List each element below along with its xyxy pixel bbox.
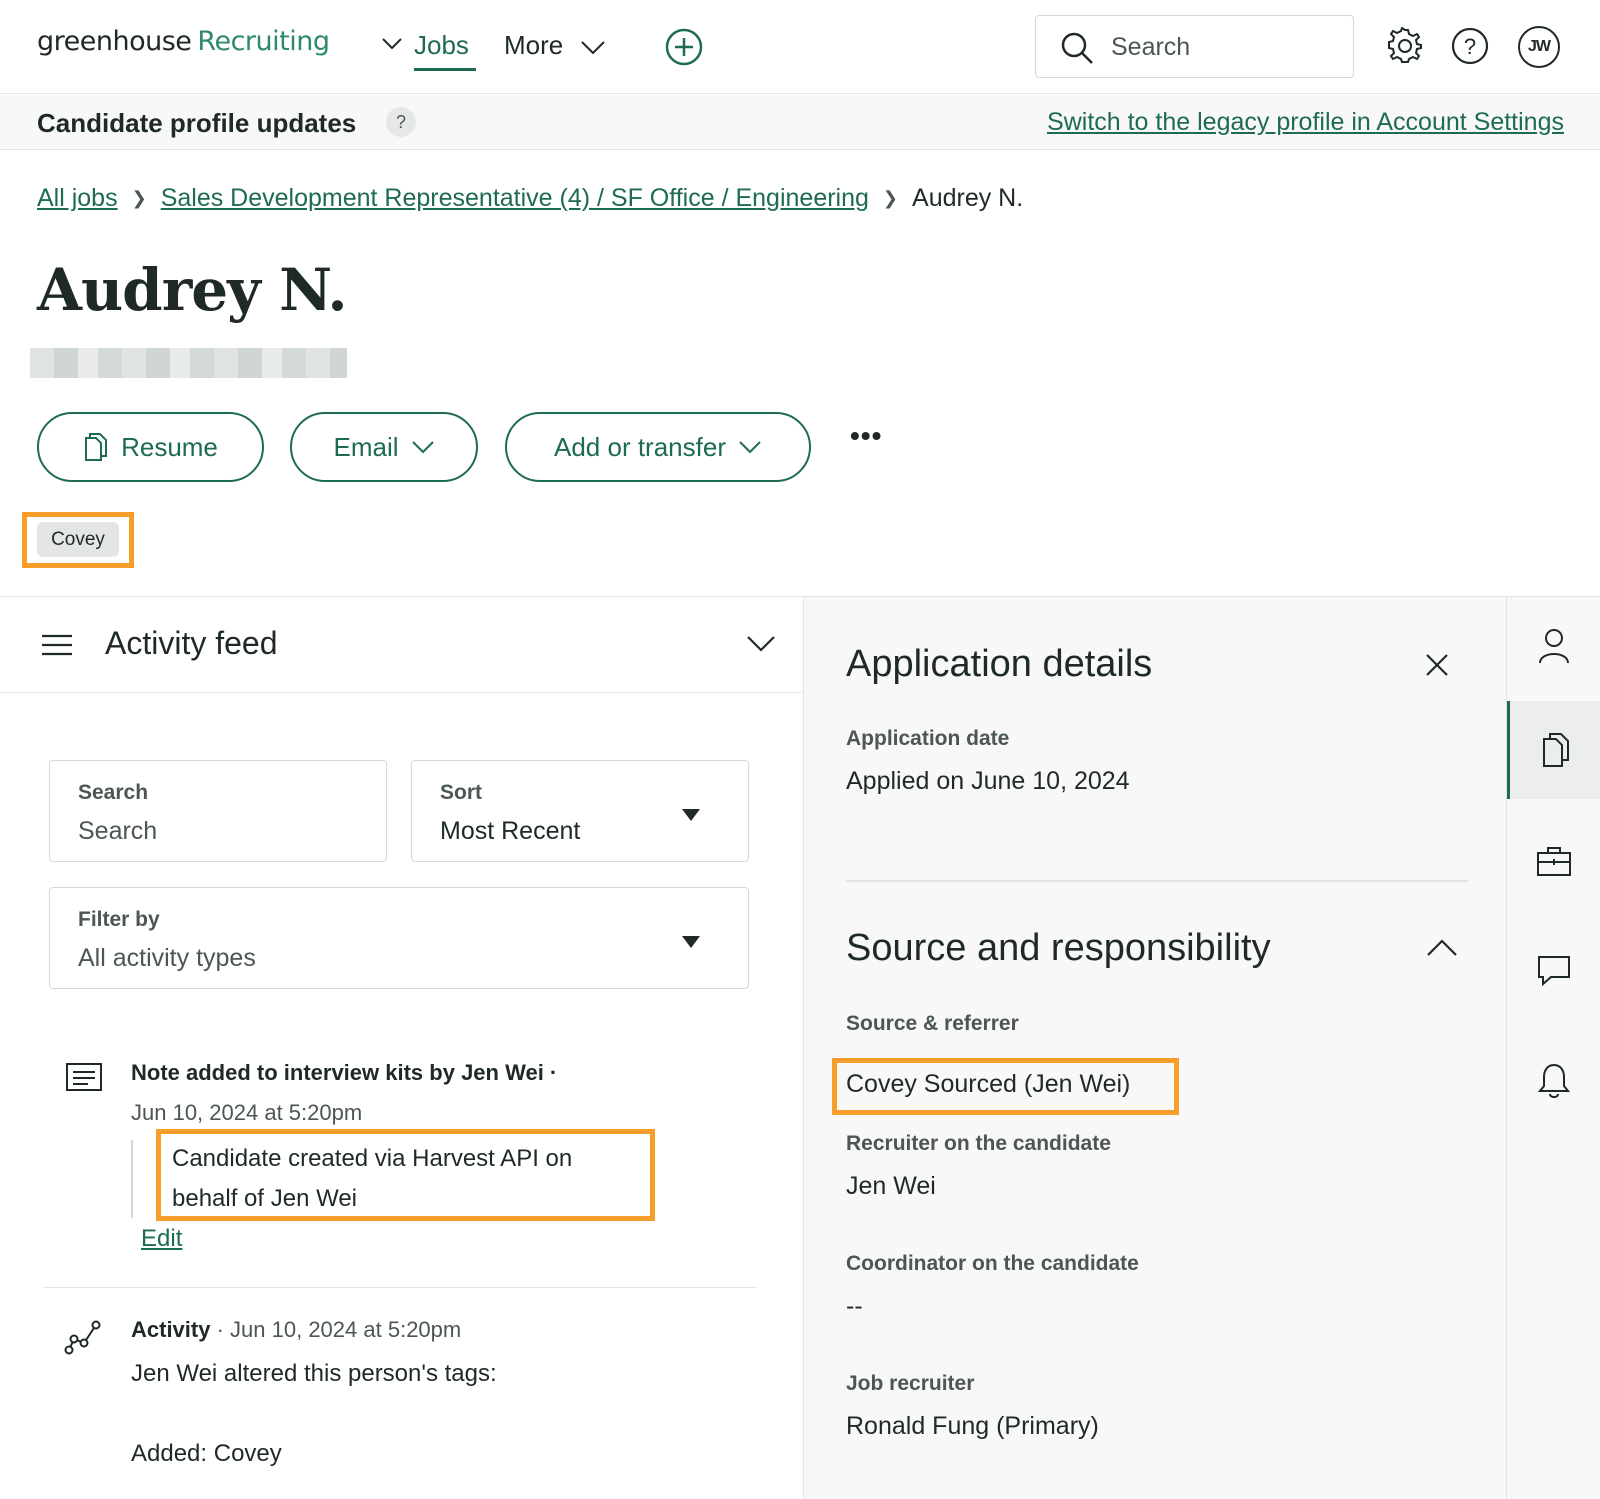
feed-search-placeholder: Search [78, 817, 158, 845]
job-recruiter-value: Ronald Fung (Primary) [846, 1412, 1099, 1440]
activity-text-added: Added: Covey [131, 1440, 282, 1467]
email-button[interactable]: Email [290, 412, 478, 482]
job-recruiter-label: Job recruiter [846, 1372, 975, 1395]
caret-down-icon [682, 936, 700, 948]
activity-feed-title: Activity feed [105, 625, 278, 661]
close-icon[interactable] [1425, 653, 1449, 677]
caret-down-icon [682, 809, 700, 821]
rail-application-details[interactable] [1507, 701, 1600, 799]
sort-label: Sort [440, 781, 482, 804]
edit-note-link[interactable]: Edit [141, 1225, 182, 1253]
feed-search-label: Search [78, 781, 149, 804]
activity-kind: Activity [131, 1317, 211, 1342]
resume-label: Resume [121, 431, 218, 462]
feed-search-input[interactable]: Search Search [49, 760, 387, 862]
source-value: Covey Sourced (Jen Wei) [846, 1070, 1131, 1098]
document-icon [1542, 733, 1569, 767]
activity-feed-header[interactable]: Activity feed [0, 597, 802, 693]
global-search-input[interactable]: Search [1035, 15, 1354, 78]
breadcrumb-all-jobs[interactable]: All jobs [37, 184, 118, 213]
nav-jobs[interactable]: Jobs [414, 30, 469, 61]
profile-updates-banner: Candidate profile updates ? Switch to th… [0, 95, 1600, 150]
app-logo[interactable]: greenhouse Recruiting [37, 24, 402, 58]
breadcrumb-job[interactable]: Sales Development Representative (4) / S… [161, 184, 869, 213]
breadcrumb-current: Audrey N. [912, 184, 1024, 212]
briefcase-icon [1537, 847, 1571, 876]
panel-divider [846, 880, 1468, 882]
gear-icon[interactable] [1386, 27, 1424, 65]
sort-value: Most Recent [440, 817, 581, 845]
source-label: Source & referrer [846, 1012, 1019, 1035]
application-details-panel: Application details Application date App… [803, 597, 1506, 1499]
rail-jobs[interactable] [1507, 812, 1600, 910]
help-icon[interactable]: ? [1451, 27, 1489, 65]
sort-select[interactable]: Sort Most Recent [411, 760, 749, 862]
chevron-right-icon: ❯ [882, 188, 899, 208]
filter-label: Filter by [78, 908, 160, 931]
legacy-profile-link[interactable]: Switch to the legacy profile in Account … [1047, 108, 1564, 137]
rail-profile[interactable] [1507, 597, 1600, 695]
add-or-transfer-button[interactable]: Add or transfer [505, 412, 811, 482]
activity-text: Jen Wei altered this person's tags: [131, 1360, 497, 1387]
feed-divider [43, 1287, 757, 1288]
top-navigation: greenhouse Recruiting Jobs More Search ? … [0, 0, 1600, 94]
banner-title: Candidate profile updates [37, 108, 357, 138]
chevron-down-icon [739, 441, 761, 454]
chevron-down-icon[interactable] [746, 635, 776, 653]
activity-meta: · Jun 10, 2024 at 5:20pm [216, 1317, 462, 1342]
person-icon [1539, 629, 1569, 664]
svg-text:?: ? [1464, 34, 1476, 59]
filter-select[interactable]: Filter by All activity types [49, 887, 749, 989]
nav-more[interactable]: More [504, 30, 563, 61]
filter-value: All activity types [78, 944, 256, 972]
search-icon [1061, 32, 1093, 64]
bell-icon [1538, 1063, 1570, 1098]
recruiter-value: Jen Wei [846, 1172, 936, 1200]
resume-button[interactable]: Resume [37, 412, 264, 482]
menu-icon [42, 634, 72, 656]
activity-title: Activity · Jun 10, 2024 at 5:20pm [131, 1317, 461, 1343]
breadcrumb: All jobs ❯ Sales Development Representat… [37, 184, 1023, 213]
side-rail [1506, 597, 1600, 1499]
note-date: Jun 10, 2024 at 5:20pm [131, 1100, 363, 1125]
brand-name: greenhouse [37, 26, 192, 57]
more-options-button[interactable]: ••• [850, 420, 882, 452]
note-title: Note added to interview kits by Jen Wei … [131, 1060, 558, 1085]
application-date-value: Applied on June 10, 2024 [846, 767, 1130, 795]
user-avatar[interactable]: JW [1518, 26, 1560, 68]
redacted-contact-info [30, 348, 347, 378]
application-details-title: Application details [846, 643, 1153, 685]
product-name: Recruiting [197, 26, 330, 57]
recruiter-label: Recruiter on the candidate [846, 1132, 1111, 1155]
candidate-name: Audrey N. [37, 256, 348, 324]
note-body: Candidate created via Harvest API on beh… [172, 1145, 573, 1212]
activity-feed-panel: Activity feed Search Search Sort Most Re… [0, 597, 802, 1499]
source-section-title: Source and responsibility [846, 927, 1271, 969]
chevron-down-icon[interactable] [580, 40, 606, 56]
note-icon [66, 1063, 102, 1091]
add-circle-icon[interactable] [665, 28, 703, 66]
activity-icon [64, 1320, 101, 1355]
note-quote-bar [131, 1140, 133, 1218]
chat-icon [1538, 956, 1570, 987]
chevron-down-icon[interactable] [381, 37, 403, 51]
active-tab-indicator [414, 68, 476, 71]
chevron-right-icon: ❯ [131, 188, 147, 208]
chevron-up-icon[interactable] [1426, 939, 1458, 957]
coordinator-label: Coordinator on the candidate [846, 1252, 1139, 1275]
help-badge[interactable]: ? [386, 107, 416, 137]
candidate-tag[interactable]: Covey [37, 522, 119, 557]
application-date-label: Application date [846, 727, 1010, 750]
search-placeholder: Search [1111, 33, 1191, 61]
add-or-transfer-label: Add or transfer [554, 431, 726, 462]
rail-notifications[interactable] [1507, 1032, 1600, 1130]
email-label: Email [333, 431, 399, 462]
coordinator-value: -- [846, 1292, 863, 1320]
document-icon [85, 433, 108, 461]
rail-messages[interactable] [1507, 922, 1600, 1020]
chevron-down-icon [411, 441, 434, 454]
